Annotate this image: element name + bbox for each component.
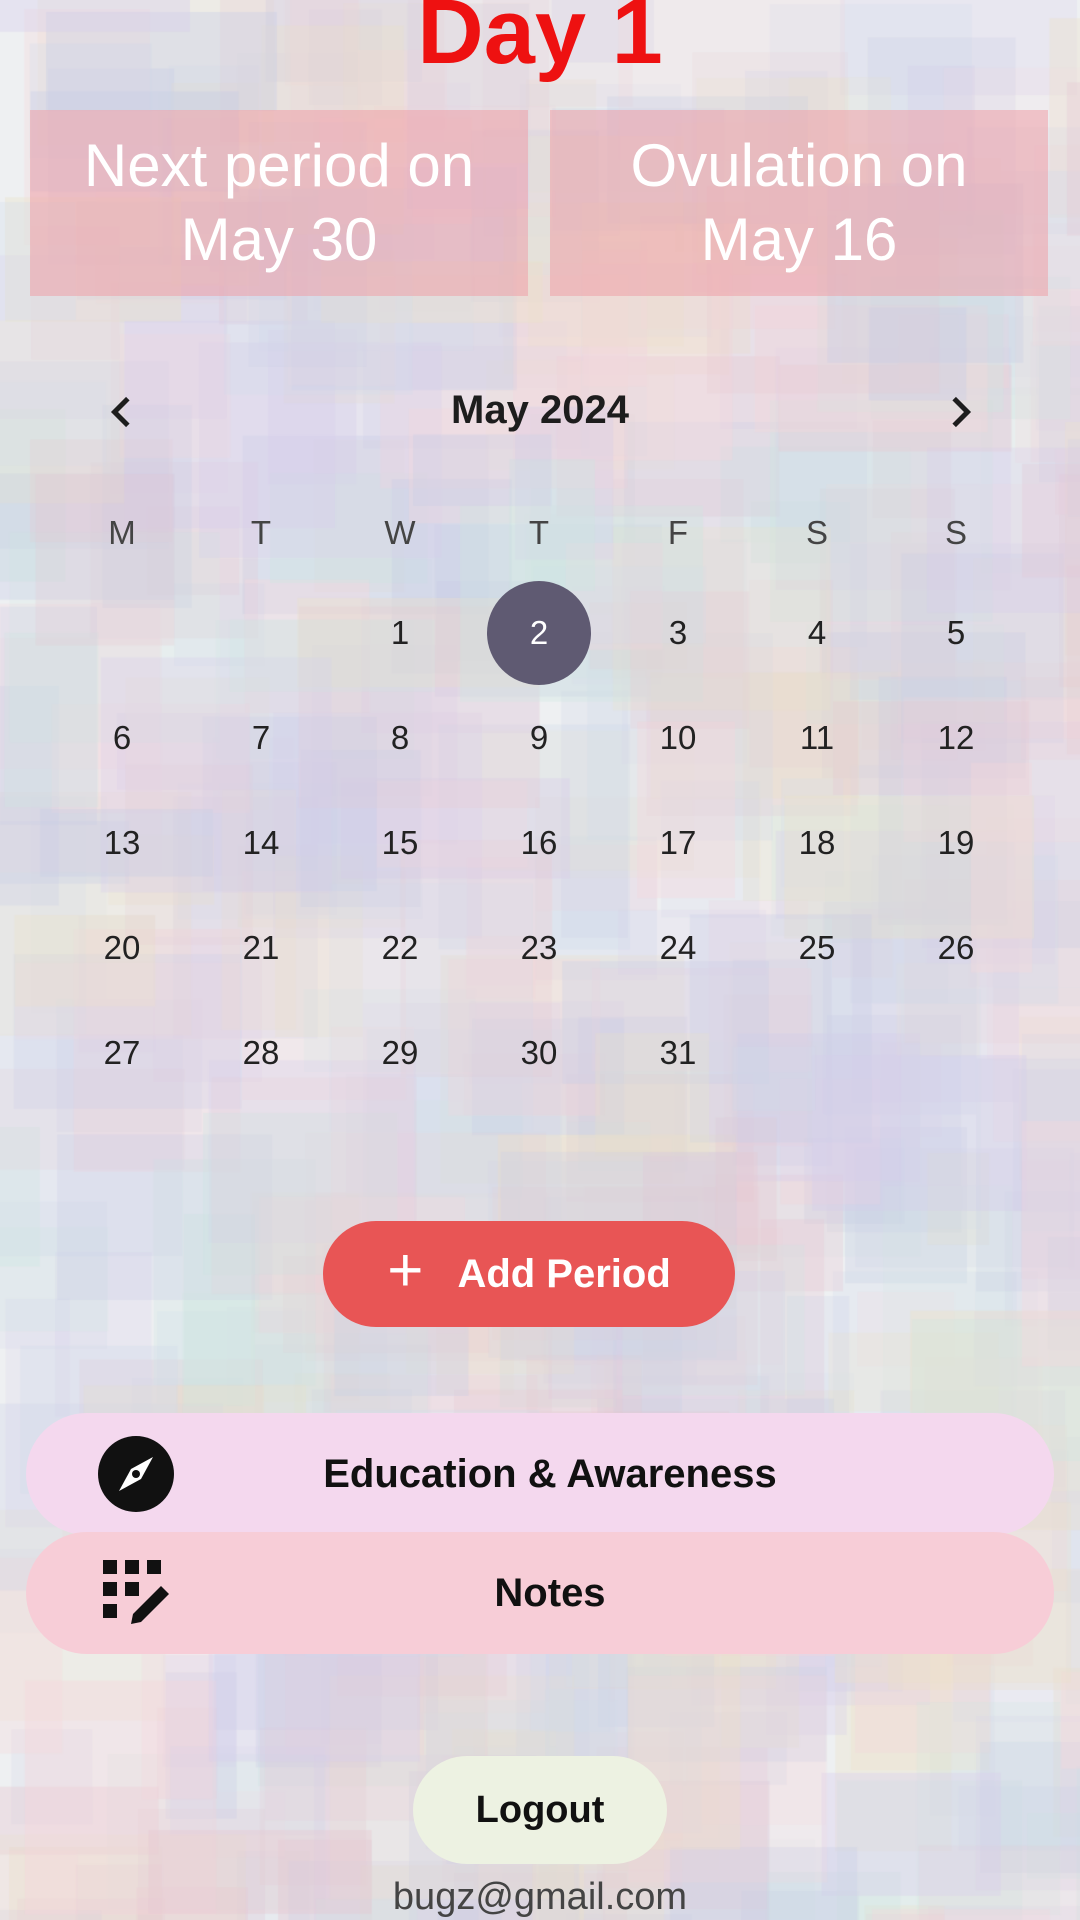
weekday-label: S — [944, 514, 967, 551]
calendar-day-number: 5 — [946, 614, 966, 651]
ovulation-date: May 16 — [700, 206, 898, 273]
weekday-label: T — [528, 514, 550, 551]
notes-label: Notes — [494, 1570, 606, 1615]
calendar-day[interactable]: 12 — [901, 693, 1011, 783]
calendar-day[interactable]: 5 — [901, 588, 1011, 678]
calendar-day-number: 10 — [659, 719, 697, 756]
cycle-day-title: Day 1 — [417, 0, 663, 83]
notes-button[interactable]: Notes — [26, 1532, 1054, 1654]
weekday-label: W — [384, 514, 416, 551]
calendar-day-number: 21 — [242, 929, 280, 966]
calendar-day[interactable]: 23 — [484, 903, 594, 993]
education-label: Education & Awareness — [323, 1451, 777, 1496]
calendar-day[interactable]: 10 — [623, 693, 733, 783]
calendar-day-number: 23 — [520, 929, 558, 966]
calendar-day[interactable]: 25 — [762, 903, 872, 993]
calendar-day-number: 28 — [242, 1034, 280, 1071]
calendar-day-number: 24 — [659, 929, 697, 966]
calendar-day-number: 4 — [807, 614, 827, 651]
calendar-day[interactable]: 13 — [67, 798, 177, 888]
ovulation-label: Ovulation on — [630, 132, 968, 199]
next-period-label: Next period on — [83, 132, 475, 199]
calendar-day[interactable]: 11 — [762, 693, 872, 783]
calendar-day[interactable]: 8 — [345, 693, 455, 783]
compass-icon — [96, 1434, 176, 1514]
calendar-day-number: 17 — [659, 824, 697, 861]
calendar-day[interactable]: 20 — [67, 903, 177, 993]
calendar-day-number: 26 — [937, 929, 975, 966]
calendar-day-number: 1 — [390, 614, 410, 651]
calendar-day-number: 29 — [381, 1034, 419, 1071]
calendar-day[interactable]: 24 — [623, 903, 733, 993]
calendar-day-number: 18 — [798, 824, 836, 861]
edit-grid-icon — [96, 1553, 176, 1633]
add-period-button[interactable]: + Add Period — [323, 1221, 735, 1327]
calendar-day[interactable]: 30 — [484, 1008, 594, 1098]
calendar-day-number: 16 — [520, 824, 558, 861]
calendar-day[interactable]: 3 — [623, 588, 733, 678]
weekday-label: S — [805, 514, 828, 551]
calendar-day[interactable]: 16 — [484, 798, 594, 888]
calendar-day[interactable]: 7 — [206, 693, 316, 783]
calendar-day-number: 6 — [112, 719, 132, 756]
calendar-day[interactable]: 27 — [67, 1008, 177, 1098]
calendar-day[interactable]: 21 — [206, 903, 316, 993]
calendar-day-number: 30 — [520, 1034, 558, 1071]
next-period-card: Next period on May 30 — [30, 110, 528, 296]
calendar-day[interactable]: 31 — [623, 1008, 733, 1098]
calendar-day-number: 7 — [251, 719, 271, 756]
calendar-day[interactable]: 2 — [484, 581, 594, 685]
logout-button[interactable]: Logout — [413, 1756, 667, 1864]
calendar-day[interactable]: 14 — [206, 798, 316, 888]
calendar-day[interactable]: 6 — [67, 693, 177, 783]
chevron-right-icon — [952, 396, 972, 428]
user-email: bugz@gmail.com — [392, 1876, 688, 1918]
calendar-day-number: 3 — [668, 614, 688, 651]
calendar-day[interactable]: 26 — [901, 903, 1011, 993]
calendar-day-number: 20 — [103, 929, 141, 966]
calendar-day[interactable]: 17 — [623, 798, 733, 888]
calendar-day-number: 11 — [799, 719, 835, 756]
calendar-day-number: 19 — [937, 824, 975, 861]
calendar-day[interactable]: 19 — [901, 798, 1011, 888]
home-screen: Day 1 Next period on May 30 Ovulation on… — [0, 0, 1080, 1920]
calendar-day[interactable]: 29 — [345, 1008, 455, 1098]
education-awareness-button[interactable]: Education & Awareness — [26, 1413, 1054, 1535]
ovulation-card: Ovulation on May 16 — [550, 110, 1048, 296]
calendar-day-number: 15 — [381, 824, 419, 861]
calendar-day-number: 25 — [798, 929, 836, 966]
calendar-day-number: 22 — [381, 929, 419, 966]
calendar-day-number: 27 — [103, 1034, 141, 1071]
calendar-day-number: 9 — [529, 719, 549, 756]
calendar-day[interactable]: 18 — [762, 798, 872, 888]
calendar-day-number: 8 — [390, 719, 410, 756]
plus-icon: + — [387, 1236, 424, 1305]
calendar-day-number: 31 — [659, 1034, 697, 1071]
weekday-label: M — [108, 514, 136, 551]
calendar-header: May 2024 — [0, 380, 1080, 444]
calendar-day-number: 14 — [242, 824, 280, 861]
calendar-day[interactable]: 15 — [345, 798, 455, 888]
calendar-day[interactable]: 9 — [484, 693, 594, 783]
calendar-day[interactable]: 22 — [345, 903, 455, 993]
weekday-label: T — [250, 514, 272, 551]
add-period-label: Add Period — [457, 1251, 671, 1296]
next-period-date: May 30 — [180, 206, 378, 273]
calendar-day[interactable]: 4 — [762, 588, 872, 678]
month-label: May 2024 — [451, 388, 629, 432]
calendar-day-number: 13 — [103, 824, 141, 861]
calendar-day-number: 12 — [937, 719, 975, 756]
calendar-day[interactable]: 28 — [206, 1008, 316, 1098]
next-month-button[interactable] — [928, 380, 992, 444]
calendar-day[interactable]: 1 — [345, 588, 455, 678]
weekday-label: F — [667, 514, 689, 551]
calendar-day-number: 2 — [529, 614, 549, 651]
